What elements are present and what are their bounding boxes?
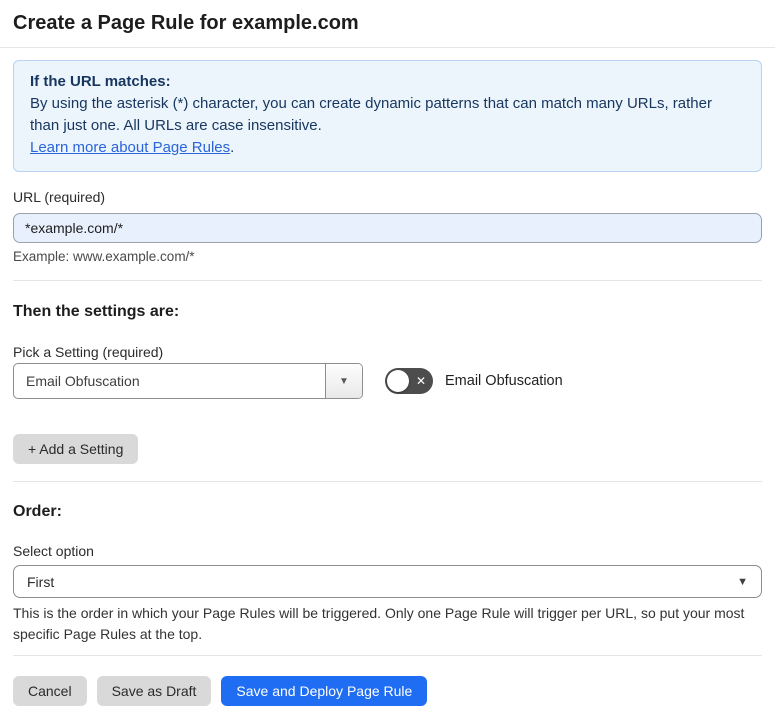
create-page-rule-form: Create a Page Rule for example.com If th… [0,0,775,706]
cancel-button[interactable]: Cancel [13,676,87,706]
order-select-label: Select option [13,543,94,559]
save-deploy-button[interactable]: Save and Deploy Page Rule [221,676,428,706]
divider [13,655,762,656]
url-input[interactable] [13,213,762,243]
order-select-value: First [27,573,55,590]
info-box-heading: If the URL matches: [30,73,171,90]
divider [13,481,762,482]
toggle-label: Email Obfuscation [445,373,563,389]
setting-select-arrow-button[interactable]: ▼ [325,364,362,398]
header: Create a Page Rule for example.com [0,0,775,48]
divider [13,280,762,281]
footer-actions: Cancel Save as Draft Save and Deploy Pag… [13,676,762,706]
learn-more-link[interactable]: Learn more about Page Rules [30,139,230,156]
info-box-body: By using the asterisk (*) character, you… [30,95,712,134]
page-title: Create a Page Rule for example.com [13,12,359,34]
url-field-label: URL (required) [13,189,106,205]
toggle-knob [387,370,409,392]
url-match-info-box: If the URL matches: By using the asteris… [13,60,762,172]
setting-select-value: Email Obfuscation [26,373,140,389]
setting-row: Email Obfuscation ▼ ✕ Email Obfuscation [13,363,762,399]
link-suffix: . [230,139,235,156]
email-obfuscation-toggle[interactable]: ✕ [385,368,433,394]
settings-section-heading: Then the settings are: [13,303,180,320]
save-draft-button[interactable]: Save as Draft [96,676,212,706]
chevron-down-icon: ▼ [737,575,748,588]
chevron-down-icon: ▼ [339,375,349,387]
add-setting-button[interactable]: + Add a Setting [13,434,139,464]
order-help-text: This is the order in which your Page Rul… [13,605,745,642]
url-example-text: Example: www.example.com/* [13,249,195,264]
toggle-off-x-icon: ✕ [415,374,426,388]
order-select[interactable]: First ▼ [13,565,762,598]
pick-setting-label: Pick a Setting (required) [13,344,164,360]
setting-select[interactable]: Email Obfuscation ▼ [13,363,363,399]
order-section-heading: Order: [13,503,62,520]
info-box-link-line: Learn more about Page Rules. [30,137,745,159]
